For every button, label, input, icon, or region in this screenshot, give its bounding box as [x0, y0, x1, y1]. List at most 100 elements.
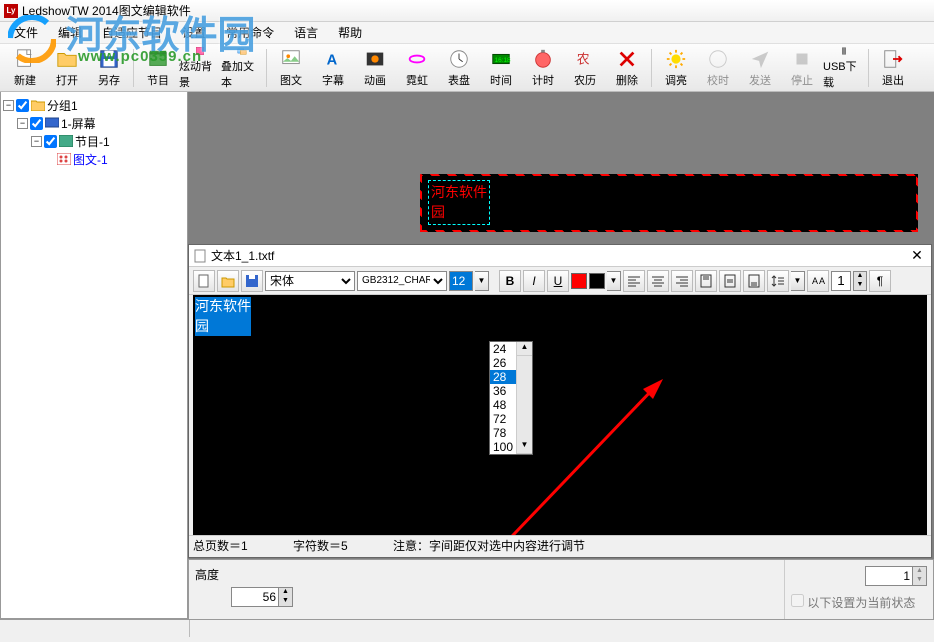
- tree-screen[interactable]: − 1-屏幕: [3, 114, 185, 132]
- animation-button[interactable]: 动画: [354, 46, 396, 90]
- open-button[interactable]: 打开: [46, 46, 88, 90]
- text-color-black[interactable]: [589, 273, 605, 289]
- align-middle-button[interactable]: [719, 270, 741, 292]
- bold-button[interactable]: B: [499, 270, 521, 292]
- app-icon: Ly: [4, 4, 18, 18]
- align-bottom-button[interactable]: [743, 270, 765, 292]
- color-dropdown-button[interactable]: ▼: [607, 271, 621, 291]
- overlay-text-button[interactable]: 叠加文本: [221, 46, 263, 90]
- region-text: 河东软件 园: [428, 180, 490, 225]
- status-note: 注意：字间距仅对选中内容进行调节: [393, 537, 585, 554]
- lunar-button[interactable]: 农农历: [564, 46, 606, 90]
- exit-button[interactable]: 退出: [872, 46, 914, 90]
- editor-titlebar[interactable]: 文本1_1.txtf ✕: [189, 245, 931, 267]
- tree-label: 1-屏幕: [61, 115, 96, 132]
- text-editor-window: 文本1_1.txtf ✕ 宋体 GB2312_CHARSET ▼ B I U ▼…: [188, 244, 932, 558]
- led-region[interactable]: 河东软件 园: [420, 174, 918, 232]
- spin-down-icon[interactable]: ▼: [278, 597, 292, 606]
- subtitle-button[interactable]: A字幕: [312, 46, 354, 90]
- current-state-label: 以下设置为当前状态: [807, 596, 915, 610]
- line-spacing-dropdown[interactable]: ▼: [791, 271, 805, 291]
- tree-collapse-icon[interactable]: −: [31, 136, 42, 147]
- svg-text:16:18: 16:18: [495, 56, 511, 63]
- underline-button[interactable]: U: [547, 270, 569, 292]
- calibrate-time-button: 校时: [697, 46, 739, 90]
- stop-button: 停止: [781, 46, 823, 90]
- pilcrow-button[interactable]: ¶: [869, 270, 891, 292]
- editor-open-button[interactable]: [217, 270, 239, 292]
- image-text-icon: [57, 153, 71, 165]
- tree-checkbox[interactable]: [16, 99, 29, 112]
- toolbar-separator: [868, 49, 869, 87]
- menu-help[interactable]: 帮助: [328, 24, 372, 41]
- brightness-button[interactable]: 调亮: [655, 46, 697, 90]
- editor-text-area[interactable]: 河东软件园 24 26 28 36 48 72 78 100 ▲▼: [193, 295, 927, 535]
- char-spacing-input[interactable]: [831, 271, 851, 291]
- scroll-up-icon[interactable]: ▲: [517, 342, 532, 356]
- tree-collapse-icon[interactable]: −: [3, 100, 14, 111]
- spin-up-icon[interactable]: ▲: [278, 588, 292, 597]
- spin-down-icon[interactable]: ▼: [912, 576, 926, 585]
- spin-up-icon[interactable]: ▲: [853, 272, 866, 281]
- scroll-down-icon[interactable]: ▼: [517, 440, 532, 454]
- status-pages: 总页数＝1: [193, 537, 293, 554]
- program-button[interactable]: 节目: [137, 46, 179, 90]
- right-spinner[interactable]: ▲▼: [865, 566, 927, 586]
- menu-common[interactable]: 常用命令: [216, 24, 284, 41]
- svg-text:A: A: [812, 276, 818, 286]
- tree-collapse-icon[interactable]: −: [17, 118, 28, 129]
- editor-new-button[interactable]: [193, 270, 215, 292]
- tree-image-text-item[interactable]: 图文-1: [3, 150, 185, 168]
- clock-dial-button[interactable]: 表盘: [438, 46, 480, 90]
- status-chars: 字符数＝5: [293, 537, 393, 554]
- new-button[interactable]: 新建: [4, 46, 46, 90]
- tree-program[interactable]: − 节目-1: [3, 132, 185, 150]
- svg-text:A: A: [819, 276, 825, 286]
- align-center-button[interactable]: [647, 270, 669, 292]
- usb-download-button[interactable]: USB下载: [823, 46, 865, 90]
- align-right-button[interactable]: [671, 270, 693, 292]
- char-spacing-button[interactable]: AA: [807, 270, 829, 292]
- height-spinner[interactable]: ▲▼: [231, 587, 293, 607]
- charset-select[interactable]: GB2312_CHARSET: [357, 271, 447, 291]
- spin-up-icon[interactable]: ▲: [912, 567, 926, 576]
- height-input[interactable]: [232, 588, 278, 606]
- window-titlebar: Ly LedshowTW 2014图文编辑软件: [0, 0, 934, 22]
- digital-time-button[interactable]: 16:18时间: [480, 46, 522, 90]
- main-toolbar: 新建 打开 另存 节目 炫动背景 叠加文本 图文 A字幕 动画 霓虹 表盘 16…: [0, 44, 934, 92]
- font-family-select[interactable]: 宋体: [265, 271, 355, 291]
- tree-checkbox[interactable]: [44, 135, 57, 148]
- font-size-dropdown-button[interactable]: ▼: [475, 271, 489, 291]
- image-text-button[interactable]: 图文: [270, 46, 312, 90]
- dropdown-scrollbar[interactable]: ▲▼: [516, 342, 532, 454]
- background-button[interactable]: 炫动背景: [179, 46, 221, 90]
- menu-language[interactable]: 语言: [284, 24, 328, 41]
- stopwatch-button[interactable]: 计时: [522, 46, 564, 90]
- save-as-button[interactable]: 另存: [88, 46, 130, 90]
- program-icon: [59, 135, 73, 147]
- toolbar-separator: [651, 49, 652, 87]
- menu-settings[interactable]: 设置: [172, 24, 216, 41]
- font-size-dropdown-list[interactable]: 24 26 28 36 48 72 78 100 ▲▼: [489, 341, 533, 455]
- text-color-red[interactable]: [571, 273, 587, 289]
- spin-down-icon[interactable]: ▼: [853, 281, 866, 290]
- toolbar-separator: [133, 49, 134, 87]
- menu-adaptive[interactable]: 自适应节目: [92, 24, 172, 41]
- toolbar-separator: [266, 49, 267, 87]
- menu-edit[interactable]: 编辑: [48, 24, 92, 41]
- editor-save-button[interactable]: [241, 270, 263, 292]
- delete-button[interactable]: 删除: [606, 46, 648, 90]
- statusbar: [0, 619, 934, 637]
- editor-close-button[interactable]: ✕: [907, 247, 927, 264]
- menu-file[interactable]: 文件: [4, 24, 48, 41]
- line-spacing-button[interactable]: [767, 270, 789, 292]
- font-size-input[interactable]: [449, 271, 473, 291]
- tree-root-group[interactable]: − 分组1: [3, 96, 185, 114]
- italic-button[interactable]: I: [523, 270, 545, 292]
- align-top-button[interactable]: [695, 270, 717, 292]
- tree-label: 分组1: [47, 97, 78, 114]
- align-left-button[interactable]: [623, 270, 645, 292]
- tree-checkbox[interactable]: [30, 117, 43, 130]
- current-state-checkbox: [791, 594, 804, 607]
- neon-button[interactable]: 霓虹: [396, 46, 438, 90]
